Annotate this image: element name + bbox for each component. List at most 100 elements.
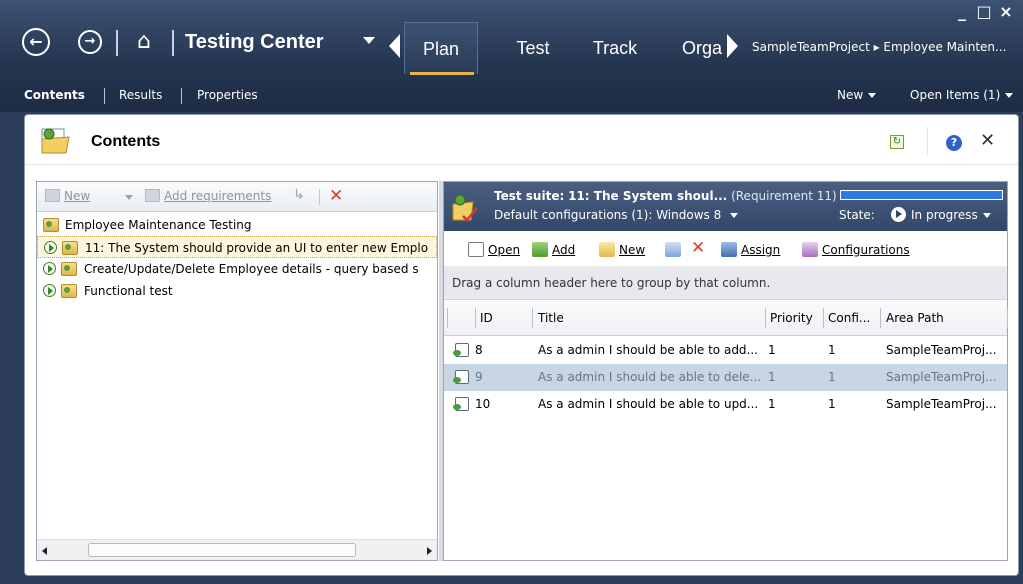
state-value: In progress	[911, 208, 978, 222]
add-icon	[532, 242, 548, 257]
scroll-left-arrow-icon[interactable]	[42, 547, 47, 555]
add-button[interactable]: Add	[532, 242, 575, 257]
close-icon[interactable]: ✕	[980, 130, 995, 151]
horizontal-scrollbar[interactable]	[37, 539, 437, 560]
state-dropdown[interactable]: In progress	[911, 208, 991, 222]
cell-title: As a admin I should be able to add...	[538, 343, 758, 357]
suite-title: Test suite: 11: The System shoul... (Req…	[494, 189, 837, 203]
chevron-down-icon[interactable]	[363, 37, 375, 44]
cell-configuration: 1	[828, 370, 836, 384]
open-items-menu-button[interactable]: Open Items (1)	[910, 88, 1014, 102]
home-icon[interactable]: ⌂	[130, 28, 158, 56]
subnav-contents[interactable]: Contents	[24, 88, 85, 102]
requirement-suite-icon	[452, 194, 478, 222]
order-tests-icon[interactable]: ↳	[293, 187, 305, 203]
default-configurations[interactable]: Default configurations (1): Windows 8	[494, 208, 739, 222]
nav-separator	[172, 30, 174, 56]
column-separator[interactable]	[880, 308, 881, 328]
tree-node-static-suite[interactable]: Functional test	[37, 280, 437, 302]
open-button[interactable]: Open	[468, 242, 520, 257]
subnav-properties[interactable]: Properties	[197, 88, 258, 102]
tab-plan[interactable]: Plan	[404, 22, 478, 74]
hub-scroll-right-icon[interactable]	[727, 34, 738, 58]
new-menu-label: New	[837, 88, 864, 102]
suite-progress-bar	[840, 190, 1003, 200]
minimize-button[interactable]: _	[953, 2, 975, 21]
new-menu-button[interactable]: New	[837, 88, 877, 102]
toolbar-separator	[319, 189, 320, 205]
test-case-icon	[453, 397, 469, 411]
play-icon[interactable]	[43, 284, 56, 297]
header-separator	[927, 127, 928, 155]
column-separator[interactable]	[532, 308, 533, 328]
suite-toolbar: New Add requirements ↳ ✕	[37, 182, 437, 212]
page-title: Contents	[91, 133, 161, 150]
state-label: State:	[839, 208, 875, 222]
column-header-priority[interactable]: Priority	[770, 311, 813, 325]
maximize-button[interactable]: □	[975, 2, 997, 21]
tab-track[interactable]: Track	[585, 22, 645, 74]
new-button[interactable]: New	[599, 242, 645, 257]
breadcrumb[interactable]: SampleTeamProject ▸ Employee Mainten...	[752, 40, 1020, 54]
tree-node-requirement-suite[interactable]: 11: The System should provide an UI to e…	[37, 236, 437, 258]
tab-organize[interactable]: Orga	[682, 22, 726, 74]
column-header-configuration[interactable]: Confi...	[828, 311, 870, 325]
remove-icon[interactable]: ✕	[691, 238, 705, 258]
group-by-area[interactable]: Drag a column header here to group by th…	[444, 266, 1007, 300]
hub-scroll-left-icon[interactable]	[389, 34, 400, 58]
column-separator[interactable]	[823, 308, 824, 328]
delete-icon[interactable]: ✕	[329, 186, 343, 206]
tab-test[interactable]: Test	[508, 22, 558, 74]
forward-circle-arrow-icon[interactable]: →	[78, 30, 102, 54]
column-separator[interactable]	[765, 308, 766, 328]
test-case-toolbar: Open Add New ✕ Assign Configurations	[444, 231, 1007, 266]
grid-header: ID Title Priority Confi... Area Path	[444, 300, 1008, 336]
tree-node-root[interactable]: Employee Maintenance Testing	[37, 214, 437, 236]
scrollbar-thumb[interactable]	[88, 543, 356, 557]
table-row[interactable]: 9 As a admin I should be able to dele...…	[444, 364, 1007, 391]
copy-icon	[665, 242, 681, 257]
open-items-label: Open Items (1)	[910, 88, 1001, 102]
play-icon[interactable]	[44, 241, 57, 254]
app-title[interactable]: Testing Center	[185, 31, 324, 54]
scroll-right-arrow-icon[interactable]	[427, 547, 432, 555]
close-window-button[interactable]: ×	[997, 2, 1019, 21]
help-icon[interactable]: ?	[946, 135, 962, 151]
column-header-id[interactable]: ID	[480, 311, 493, 325]
config-value: Windows 8	[656, 208, 722, 222]
suite-folder-icon	[43, 218, 59, 232]
contents-panel: Contents ↻ ? ✕ New Add requirements ↳ ✕ …	[24, 114, 1019, 576]
cell-configuration: 1	[828, 343, 836, 357]
assign-label: Assign	[741, 243, 781, 257]
new-suite-button[interactable]: New	[45, 189, 90, 203]
cell-title: As a admin I should be able to upd...	[538, 397, 759, 411]
suite-requirement-link[interactable]: (Requirement 11)	[731, 189, 837, 203]
refresh-icon[interactable]: ↻	[890, 135, 904, 149]
assign-button[interactable]: Assign	[721, 242, 780, 257]
new-suite-label: New	[64, 189, 91, 203]
back-circle-arrow-icon[interactable]: ←	[22, 28, 50, 56]
column-header-title[interactable]: Title	[538, 311, 564, 325]
play-icon[interactable]	[43, 262, 56, 275]
subnav-separator	[181, 88, 182, 104]
chevron-down-icon	[982, 213, 991, 218]
top-navigation-bar: _ □ × ← → ⌂ Testing Center Plan Test Track…	[0, 0, 1023, 112]
nav-separator	[116, 30, 118, 56]
subnav-results[interactable]: Results	[119, 88, 162, 102]
column-separator[interactable]	[1007, 308, 1008, 328]
table-row[interactable]: 8 As a admin I should be able to add... …	[444, 337, 1007, 364]
suite-tree-pane: New Add requirements ↳ ✕ Employee Mainte…	[36, 181, 438, 561]
suite-header: Test suite: 11: The System shoul... (Req…	[444, 182, 1007, 231]
cell-priority: 1	[768, 370, 776, 384]
tree-node-query-suite[interactable]: Create/Update/Delete Employee details - …	[37, 258, 437, 280]
chevron-down-icon[interactable]	[125, 195, 133, 200]
configurations-button[interactable]: Configurations	[802, 242, 910, 257]
add-requirements-button[interactable]: Add requirements	[145, 189, 271, 203]
add-requirements-icon	[145, 189, 160, 202]
table-row[interactable]: 10 As a admin I should be able to upd...…	[444, 391, 1007, 418]
play-icon	[891, 207, 906, 222]
copy-button[interactable]	[665, 242, 685, 257]
chevron-down-icon	[868, 93, 877, 98]
column-header-area-path[interactable]: Area Path	[886, 311, 944, 325]
suite-title-name[interactable]: 11: The System shoul...	[568, 189, 727, 203]
